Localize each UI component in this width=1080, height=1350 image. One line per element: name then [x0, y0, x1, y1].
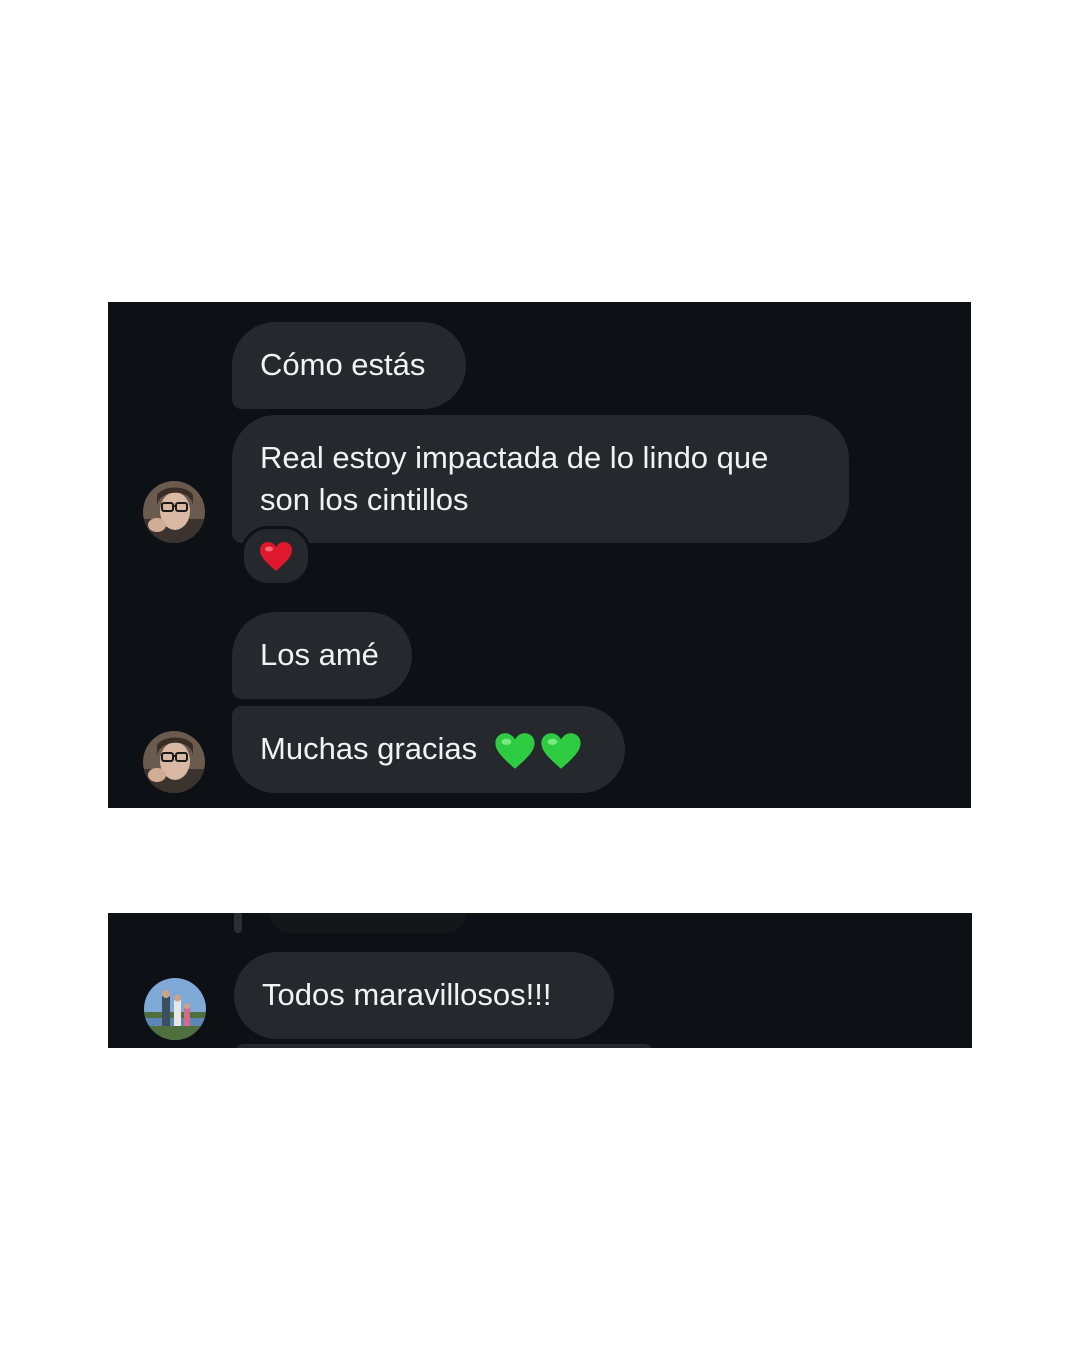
avatar-photo: [143, 731, 205, 793]
avatar-photo: [143, 481, 205, 543]
avatar[interactable]: [144, 978, 206, 1040]
green-heart-icon: [495, 733, 535, 769]
chat-screenshot-2: Todos maravillosos!!!: [108, 913, 972, 1048]
message-text: Los amé: [260, 637, 379, 672]
message-text: Cómo estás: [260, 347, 426, 382]
avatar[interactable]: [143, 481, 205, 543]
message-reaction[interactable]: [241, 526, 311, 586]
message-bubble[interactable]: Real estoy impactada de lo lindo que son…: [232, 415, 849, 543]
message-text: Real estoy impactada de lo lindo que son…: [260, 440, 769, 517]
red-heart-icon: [260, 541, 292, 571]
message-bubble[interactable]: Todos maravillosos!!!: [234, 952, 614, 1039]
thread-line: [234, 913, 242, 933]
partial-message-bubble: [234, 1044, 654, 1048]
message-bubble[interactable]: Muchas gracias: [232, 706, 625, 793]
green-heart-icon: [541, 733, 581, 769]
partial-message-bubble: [268, 913, 468, 933]
message-text: Muchas gracias: [260, 731, 478, 766]
avatar[interactable]: [143, 731, 205, 793]
avatar-photo: [144, 978, 206, 1040]
message-text: Todos maravillosos!!!: [262, 977, 552, 1012]
message-bubble[interactable]: Los amé: [232, 612, 412, 699]
message-bubble[interactable]: Cómo estás: [232, 322, 466, 409]
chat-screenshot-1: Cómo estás Real estoy impactada de lo li…: [108, 302, 971, 808]
